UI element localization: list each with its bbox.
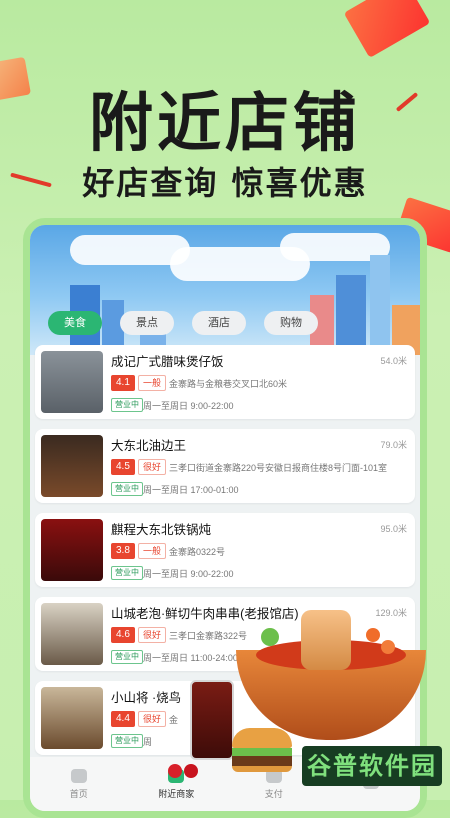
shop-card[interactable]: 大东北油边王 79.0米 4.5 很好 三孝口街道金寨路220号安徽日报商住楼8… <box>35 429 415 503</box>
shop-photo <box>41 351 103 413</box>
tab-attractions[interactable]: 景点 <box>120 311 174 335</box>
nav-label: 附近商家 <box>158 788 195 799</box>
shop-rating-level: 很好 <box>138 627 167 643</box>
shop-rating-level: 一般 <box>138 543 167 559</box>
shop-photo <box>41 687 103 749</box>
watermark-logo: 谷普软件园 <box>302 746 442 786</box>
shop-hours: 周 <box>143 737 153 747</box>
shop-address: 金寨路0322号 <box>169 547 226 557</box>
hero-subtitle: 好店查询 惊喜优惠 <box>82 164 368 202</box>
nav-label: 支付 <box>264 788 283 799</box>
shop-hours: 周一至周日 17:00-01:00 <box>143 485 239 495</box>
shop-score-badge: 4.4 <box>111 711 135 727</box>
shop-hours: 周一至周日 9:00-22:00 <box>143 401 234 411</box>
tab-shopping[interactable]: 购物 <box>264 311 318 335</box>
shop-rating-level: 很好 <box>138 711 167 727</box>
status-badge: 营业中 <box>111 398 143 412</box>
shop-address: 三孝口街道金寨路220号安徽日报商住楼8号门面-101室 <box>169 463 388 473</box>
shop-rating-level: 很好 <box>138 459 167 475</box>
shop-photo <box>41 519 103 581</box>
burger-illustration <box>232 728 292 772</box>
shop-address: 金寨路与金粮巷交叉口北60米 <box>169 379 288 389</box>
shop-score-badge: 4.1 <box>111 375 135 391</box>
status-badge: 营业中 <box>111 650 143 664</box>
shop-photo <box>41 603 103 665</box>
shop-rating-level: 一般 <box>138 375 167 391</box>
shop-name: 小山将 ·烧鸟 <box>111 691 182 705</box>
shop-score-badge: 4.5 <box>111 459 135 475</box>
home-icon <box>70 768 87 783</box>
cherry-illustration <box>168 760 200 778</box>
red-envelope-decoration <box>343 0 431 59</box>
status-badge: 营业中 <box>111 482 143 496</box>
shop-hours: 周一至周日 9:00-22:00 <box>143 569 234 579</box>
shop-address: 金 <box>169 715 179 725</box>
nav-home[interactable]: 首页 <box>39 768 119 800</box>
city-banner-image <box>30 225 420 355</box>
shop-score-badge: 4.6 <box>111 627 135 643</box>
status-badge: 营业中 <box>111 734 143 748</box>
shop-distance: 79.0米 <box>380 440 407 450</box>
nav-label: 首页 <box>69 788 88 799</box>
shop-name: 麒程大东北铁锅炖 <box>111 523 212 537</box>
shop-distance: 54.0米 <box>380 356 407 366</box>
shop-card[interactable]: 麒程大东北铁锅炖 95.0米 3.8 一般 金寨路0322号 营业中 周一至周日… <box>35 513 415 587</box>
shop-score-badge: 3.8 <box>111 543 135 559</box>
hero-title: 附近店铺 <box>89 87 361 161</box>
shop-distance: 95.0米 <box>380 524 407 534</box>
drink-illustration <box>190 680 234 760</box>
shop-photo <box>41 435 103 497</box>
tab-food[interactable]: 美食 <box>48 311 102 335</box>
shop-card[interactable]: 成记广式腊味煲仔饭 54.0米 4.1 一般 金寨路与金粮巷交叉口北60米 营业… <box>35 345 415 419</box>
shop-name: 大东北油边王 <box>111 439 187 453</box>
status-badge: 营业中 <box>111 566 143 580</box>
shop-name: 成记广式腊味煲仔饭 <box>111 355 224 369</box>
category-tabs: 美食 景点 酒店 购物 <box>48 311 318 335</box>
tab-hotels[interactable]: 酒店 <box>192 311 246 335</box>
